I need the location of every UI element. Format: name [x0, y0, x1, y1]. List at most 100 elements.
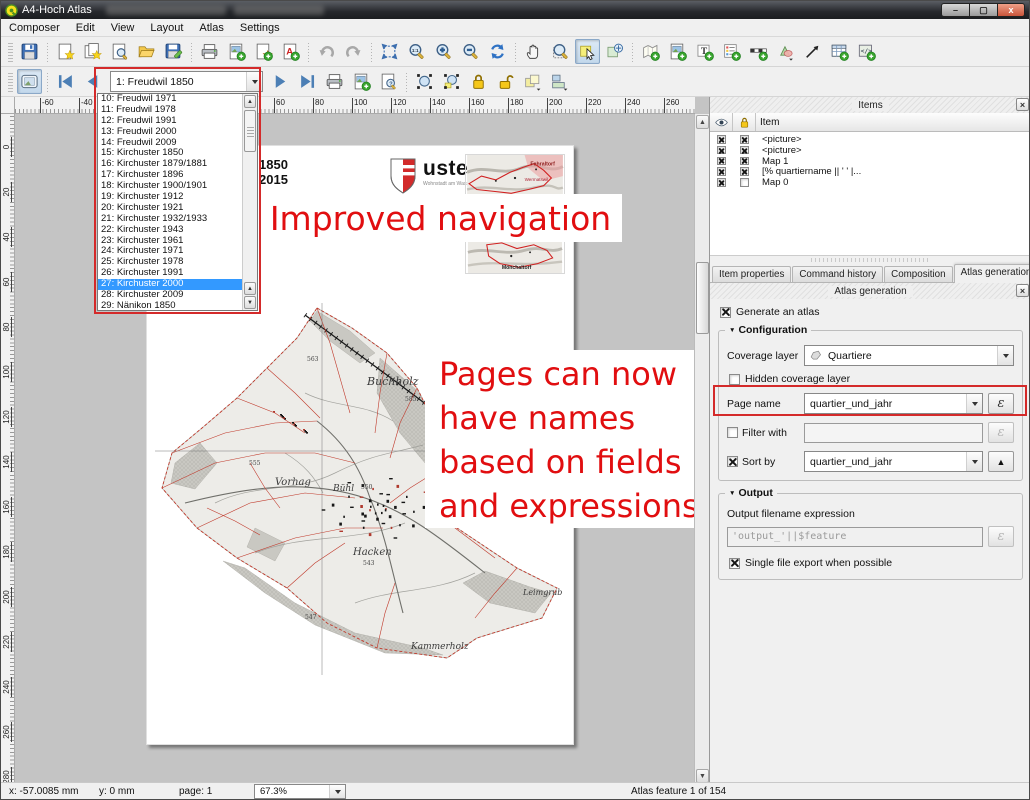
menu-atlas[interactable]: Atlas [191, 20, 231, 36]
redo-button[interactable] [341, 39, 366, 64]
maximize-button[interactable]: ▢ [969, 3, 997, 17]
item-locked-checkbox[interactable] [740, 178, 749, 187]
generate-atlas-checkbox[interactable] [720, 307, 731, 318]
panel-splitter[interactable] [710, 256, 1030, 264]
toolbar-grip[interactable] [8, 42, 13, 62]
output-expression-button[interactable]: ε [988, 526, 1014, 547]
dropdown-item[interactable]: 22: Kirchuster 1943 [98, 225, 242, 236]
visibility-column-header[interactable] [710, 113, 733, 131]
output-filename-input[interactable]: 'output_'||$feature [727, 527, 983, 547]
item-visible-checkbox[interactable] [717, 167, 726, 176]
collapse-triangle-icon[interactable]: ▼ [729, 490, 735, 497]
menu-composer[interactable]: Composer [1, 20, 68, 36]
export-atlas-image-button[interactable] [349, 69, 374, 94]
scroll-down-icon[interactable]: ▼ [696, 769, 709, 783]
tab-composition[interactable]: Composition [884, 266, 952, 282]
zoom-to-item-button[interactable] [412, 69, 437, 94]
minimize-button[interactable]: – [941, 3, 969, 17]
add-image-button[interactable] [665, 39, 690, 64]
filter-with-checkbox[interactable] [727, 427, 738, 438]
zoom-level-combo[interactable]: 67.3% [254, 784, 346, 799]
close-button[interactable]: x [997, 3, 1025, 17]
tab-command-history[interactable]: Command history [792, 266, 883, 282]
add-scalebar-button[interactable] [746, 39, 771, 64]
item-locked-checkbox[interactable] [740, 157, 749, 166]
item-locked-checkbox[interactable] [740, 135, 749, 144]
item-visible-checkbox[interactable] [717, 146, 726, 155]
item-visible-checkbox[interactable] [717, 135, 726, 144]
sort-by-checkbox[interactable] [727, 456, 738, 467]
items-list-row[interactable]: [% quartiername || ' ' |... [710, 166, 1030, 177]
export-image-button[interactable] [224, 39, 249, 64]
dropdown-scroll-up-icon[interactable]: ▲ [244, 95, 256, 108]
add-map-button[interactable] [638, 39, 663, 64]
atlas-preview-button[interactable] [17, 69, 42, 94]
next-feature-button[interactable] [268, 69, 293, 94]
refresh-view-button[interactable] [485, 39, 510, 64]
menu-layout[interactable]: Layout [142, 20, 191, 36]
print-atlas-button[interactable] [322, 69, 347, 94]
page-name-expression-button[interactable]: ε [988, 393, 1014, 414]
print-composition-button[interactable] [197, 39, 222, 64]
tab-item-properties[interactable]: Item properties [712, 266, 791, 282]
items-list-row[interactable]: Map 0 [710, 177, 1030, 188]
atlas-settings-button[interactable]: ? [376, 69, 401, 94]
duplicate-composition-button[interactable] [80, 39, 105, 64]
open-folder-button[interactable] [134, 39, 159, 64]
dropdown-item[interactable]: 13: Freudwil 2000 [98, 127, 242, 138]
unlock-items-button[interactable] [493, 69, 518, 94]
toolbar-grip[interactable] [8, 72, 13, 92]
lock-column-header[interactable] [733, 113, 756, 131]
dropdown-scroll-thumb[interactable] [244, 110, 256, 152]
page-name-combo[interactable]: quartier_und_jahr [804, 393, 983, 414]
composer-manager-button[interactable] [107, 39, 132, 64]
canvas-vertical-scrollbar[interactable]: ▲ ▼ [694, 114, 709, 784]
item-locked-checkbox[interactable] [740, 146, 749, 155]
items-list-row[interactable]: <picture> [710, 134, 1030, 145]
select-move-item-button[interactable] [575, 39, 600, 64]
zoom-actual-button[interactable]: 1:1 [404, 39, 429, 64]
add-legend-button[interactable] [719, 39, 744, 64]
dropdown-scroll-up2-icon[interactable]: ▲ [244, 282, 256, 295]
zoom-in-button[interactable] [431, 39, 456, 64]
items-panel-close-icon[interactable]: × [1016, 98, 1029, 111]
collapse-triangle-icon[interactable]: ▼ [729, 327, 735, 334]
group-items-button[interactable] [520, 69, 545, 94]
single-file-export-checkbox[interactable] [729, 558, 740, 569]
zoom-region-button[interactable] [548, 39, 573, 64]
zoom-to-item-alt-button[interactable] [439, 69, 464, 94]
export-pdf-button[interactable]: A [278, 39, 303, 64]
add-attribute-table-button[interactable] [827, 39, 852, 64]
dropdown-item[interactable]: 29: Nänikon 1850 [98, 301, 242, 310]
save-project-button[interactable] [17, 39, 42, 64]
zoom-out-button[interactable] [458, 39, 483, 64]
sort-direction-button[interactable]: ▲ [988, 451, 1014, 472]
combo-arrow-icon[interactable] [246, 72, 262, 91]
menu-settings[interactable]: Settings [232, 20, 288, 36]
previous-feature-button[interactable] [80, 69, 105, 94]
item-column-header[interactable]: Item [756, 113, 1030, 131]
dropdown-scroll-down-icon[interactable]: ▼ [244, 296, 256, 309]
add-shape-button[interactable] [773, 39, 798, 64]
tab-atlas-generation[interactable]: Atlas generation [954, 264, 1030, 283]
first-feature-button[interactable] [53, 69, 78, 94]
coverage-layer-combo[interactable]: Quartiere [804, 345, 1014, 366]
lock-items-button[interactable] [466, 69, 491, 94]
items-list-row[interactable]: <picture> [710, 145, 1030, 156]
menu-view[interactable]: View [103, 20, 143, 36]
menu-edit[interactable]: Edit [68, 20, 103, 36]
dropdown-scrollbar[interactable]: ▲ ▲ ▼ [242, 94, 257, 310]
save-as-button[interactable] [161, 39, 186, 64]
add-arrow-button[interactable] [800, 39, 825, 64]
item-visible-checkbox[interactable] [717, 178, 726, 187]
scroll-up-icon[interactable]: ▲ [696, 115, 709, 129]
filter-expression-button[interactable]: ε [988, 422, 1014, 443]
filter-input[interactable] [804, 423, 983, 443]
scrollbar-thumb[interactable] [696, 262, 709, 334]
move-item-content-button[interactable] [602, 39, 627, 64]
last-feature-button[interactable] [295, 69, 320, 94]
atlas-feature-combo[interactable]: 1: Freudwil 1850 [110, 71, 263, 92]
item-locked-checkbox[interactable] [740, 167, 749, 176]
hidden-coverage-checkbox[interactable] [729, 374, 740, 385]
add-label-button[interactable]: T [692, 39, 717, 64]
